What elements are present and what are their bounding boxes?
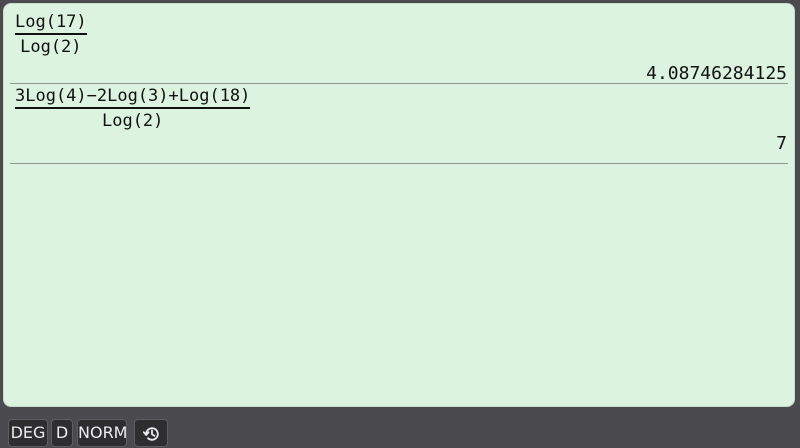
history-button[interactable] <box>134 419 168 447</box>
fraction-denominator: Log(2) <box>20 37 82 57</box>
status-bar: DEG D NORM <box>0 413 800 448</box>
calculator-display: Log(17) Log(2) 4.08746284125 3Log(4)−2Lo… <box>3 3 795 407</box>
display-mode-indicator[interactable]: D <box>51 419 73 447</box>
calculator-window: Log(17) Log(2) 4.08746284125 3Log(4)−2Lo… <box>0 0 800 448</box>
result-value: 7 <box>776 133 787 154</box>
fraction-numerator: 3Log(4)−2Log(3)+Log(18) <box>15 86 251 109</box>
fraction-expression: 3Log(4)−2Log(3)+Log(18) Log(2) <box>15 86 251 131</box>
fraction-denominator: Log(2) <box>101 111 164 131</box>
result-value: 4.08746284125 <box>646 63 787 84</box>
history-entry[interactable]: 3Log(4)−2Log(3)+Log(18) Log(2) 7 <box>10 84 788 164</box>
fraction-numerator: Log(17) <box>15 12 87 35</box>
history-icon <box>143 427 159 441</box>
number-format-indicator[interactable]: NORM <box>77 419 127 447</box>
angle-mode-indicator[interactable]: DEG <box>8 419 48 447</box>
fraction-expression: Log(17) Log(2) <box>15 12 87 57</box>
history-entry[interactable]: Log(17) Log(2) 4.08746284125 <box>10 4 788 84</box>
